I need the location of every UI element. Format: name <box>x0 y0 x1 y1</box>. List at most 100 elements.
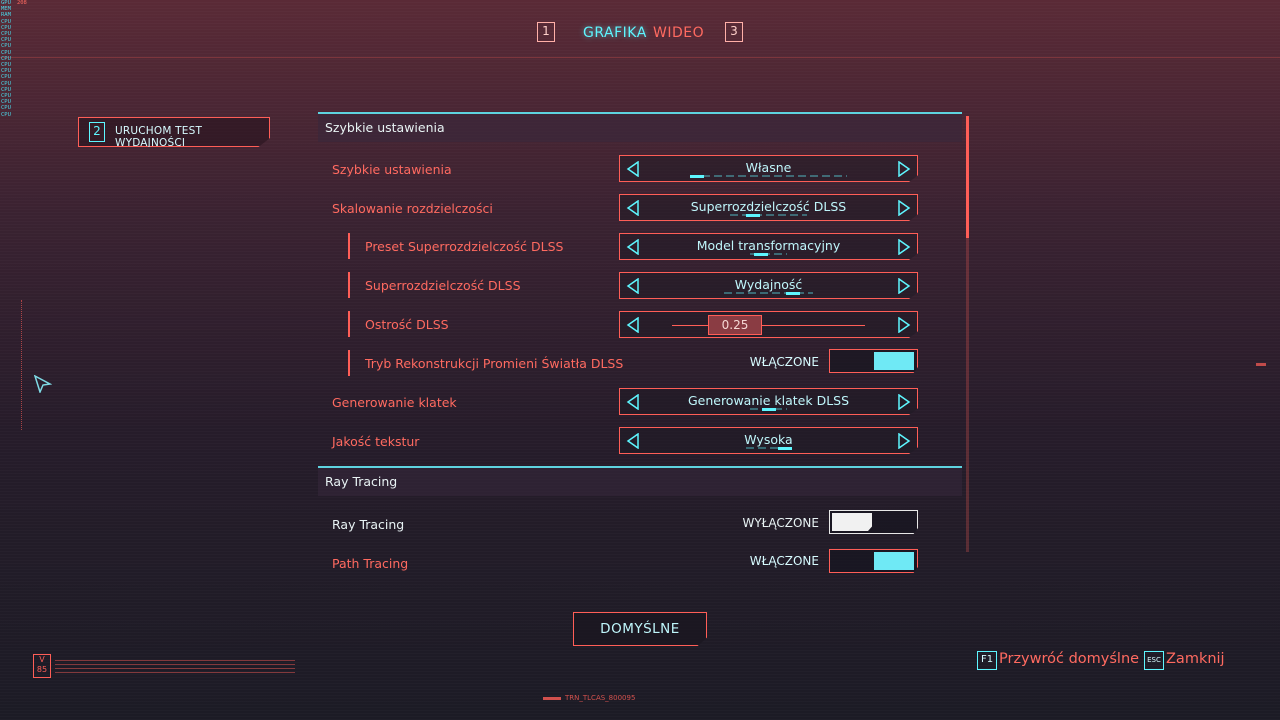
hud-line: CPU <box>1 112 131 118</box>
sub-setting-marker <box>348 350 350 376</box>
f1-key: F1 <box>977 651 997 670</box>
sub-setting-marker <box>348 272 350 298</box>
arrow-right-icon[interactable] <box>897 161 911 177</box>
arrow-right-icon[interactable] <box>897 278 911 294</box>
selector-resolution-scaling[interactable]: Superrozdzielczość DLSS <box>619 194 918 221</box>
restore-defaults-label: Przywróć domyślne <box>999 651 1140 667</box>
arrow-right-icon[interactable] <box>897 239 911 255</box>
settings-panel: Szybkie ustawienia Szybkie ustawienia Wł… <box>318 112 962 574</box>
option-dots <box>690 175 847 177</box>
label-ray-tracing: Ray Tracing <box>332 517 405 532</box>
hud-key: CPU <box>1 74 11 81</box>
benchmark-label: URUCHOM TEST WYDAJNOŚCI <box>115 125 203 149</box>
label-quick-preset: Szybkie ustawienia <box>332 162 452 177</box>
top-divider <box>0 57 1280 58</box>
toggle-fill <box>832 513 872 531</box>
option-dot-selected <box>746 214 760 217</box>
label-texture-quality: Jakość tekstur <box>332 434 420 449</box>
selector-value: Wydajność <box>734 277 803 292</box>
tab-grafika[interactable]: GRAFIKA <box>583 22 647 44</box>
right-decoration <box>1256 363 1266 366</box>
toggle-state-text: WŁĄCZONE <box>749 554 819 568</box>
hud-key: CPU <box>1 80 11 87</box>
label-dlss-sharpness: Ostrość DLSS <box>365 317 449 332</box>
hud-key: RAM <box>1 12 11 19</box>
hud-key: CPU <box>1 93 11 100</box>
option-dot-selected <box>762 408 776 411</box>
arrow-right-icon[interactable] <box>897 394 911 410</box>
toggle-ray-reconstruction[interactable] <box>829 349 918 373</box>
label-dlss-preset: Preset Superrozdzielczość DLSS <box>365 239 564 254</box>
label-ray-reconstruction: Tryb Rekonstrukcji Promieni Światła DLSS <box>365 356 624 371</box>
arrow-right-icon[interactable] <box>897 317 911 333</box>
hud-key: GPU <box>1 0 11 6</box>
top-tab-bar: 1 GRAFIKA WIDEO 3 <box>0 22 1280 46</box>
scrollbar-thumb[interactable] <box>966 116 969 238</box>
performance-overlay: GPU 208 MEM RAM CPU CPU CPU CPU CPU CPU CPU CPU CPU C… <box>1 0 131 118</box>
hud-key: CPU <box>1 86 11 93</box>
hud-key: CPU <box>1 55 11 62</box>
prev-tab-key[interactable]: 1 <box>537 22 555 42</box>
slider-track[interactable] <box>672 325 865 326</box>
selector-value: Wysoka <box>744 432 793 447</box>
selector-frame-generation[interactable]: Generowanie klatek DLSS <box>619 388 918 415</box>
selector-value: Model transformacyjny <box>696 238 841 253</box>
sub-setting-marker <box>348 311 350 337</box>
next-tab-key[interactable]: 3 <box>725 22 743 42</box>
legal-fine-print <box>55 660 295 674</box>
selector-value: Własne <box>745 160 792 175</box>
mouse-cursor-icon <box>34 375 52 393</box>
toggle-path-tracing[interactable] <box>829 549 918 573</box>
tab-wideo[interactable]: WIDEO <box>653 22 704 44</box>
slider-handle[interactable]: 0.25 <box>708 315 762 335</box>
slider-dlss-sharpness[interactable]: 0.25 <box>619 311 918 338</box>
hud-key: CPU <box>1 99 11 106</box>
defaults-button[interactable]: DOMYŚLNE <box>573 612 707 646</box>
toggle-state-text: WYŁĄCZONE <box>742 516 819 530</box>
toggle-state-text: WŁĄCZONE <box>749 355 819 369</box>
section-title: Szybkie ustawienia <box>325 120 445 135</box>
benchmark-key: 2 <box>89 122 105 142</box>
toggle-ray-tracing[interactable] <box>829 510 918 534</box>
section-title: Ray Tracing <box>325 474 398 489</box>
hud-key: CPU <box>1 111 11 118</box>
sub-setting-marker <box>348 233 350 259</box>
hud-key: CPU <box>1 62 11 69</box>
esc-key: ESC <box>1144 651 1164 670</box>
toggle-fill <box>874 352 914 370</box>
selector-dlss-super-resolution[interactable]: Wydajność <box>619 272 918 299</box>
hud-key: CPU <box>1 105 11 112</box>
section-header-quick: Szybkie ustawienia <box>318 112 962 142</box>
close-action[interactable]: ESC Zamknij <box>1144 650 1225 672</box>
hud-key: CPU <box>1 49 11 56</box>
option-dot-selected <box>778 447 792 450</box>
settings-scrollbar[interactable] <box>966 116 969 552</box>
section-header-ray-tracing: Ray Tracing <box>318 466 962 496</box>
hud-key: CPU <box>1 68 11 75</box>
arrow-right-icon[interactable] <box>897 200 911 216</box>
version-badge: V 85 <box>33 654 51 678</box>
option-dot-selected <box>690 175 704 178</box>
selector-value: Generowanie klatek DLSS <box>687 393 850 408</box>
arrow-left-icon[interactable] <box>626 317 640 333</box>
restore-defaults-action[interactable]: F1 Przywróć domyślne <box>977 650 1140 672</box>
toggle-fill <box>874 552 914 570</box>
option-dot-selected <box>754 253 768 256</box>
selector-dlss-preset[interactable]: Model transformacyjny <box>619 233 918 260</box>
build-id: TRN_TLCAS_800095 <box>543 694 635 702</box>
side-decoration <box>21 300 27 430</box>
hud-value: 208 <box>16 0 27 6</box>
run-benchmark-button[interactable]: 2 URUCHOM TEST WYDAJNOŚCI <box>78 117 270 147</box>
option-dot-selected <box>786 292 800 295</box>
hud-key: MEM <box>1 6 11 13</box>
label-dlss-super-resolution: Superrozdzielczość DLSS <box>365 278 521 293</box>
label-frame-generation: Generowanie klatek <box>332 395 457 410</box>
selector-texture-quality[interactable]: Wysoka <box>619 427 918 454</box>
selector-quick-preset[interactable]: Własne <box>619 155 918 182</box>
close-label: Zamknij <box>1166 651 1225 667</box>
selector-value: Superrozdzielczość DLSS <box>690 199 847 214</box>
label-path-tracing: Path Tracing <box>332 556 409 571</box>
option-dots <box>730 214 807 216</box>
arrow-right-icon[interactable] <box>897 433 911 449</box>
label-resolution-scaling: Skalowanie rozdzielczości <box>332 201 493 216</box>
